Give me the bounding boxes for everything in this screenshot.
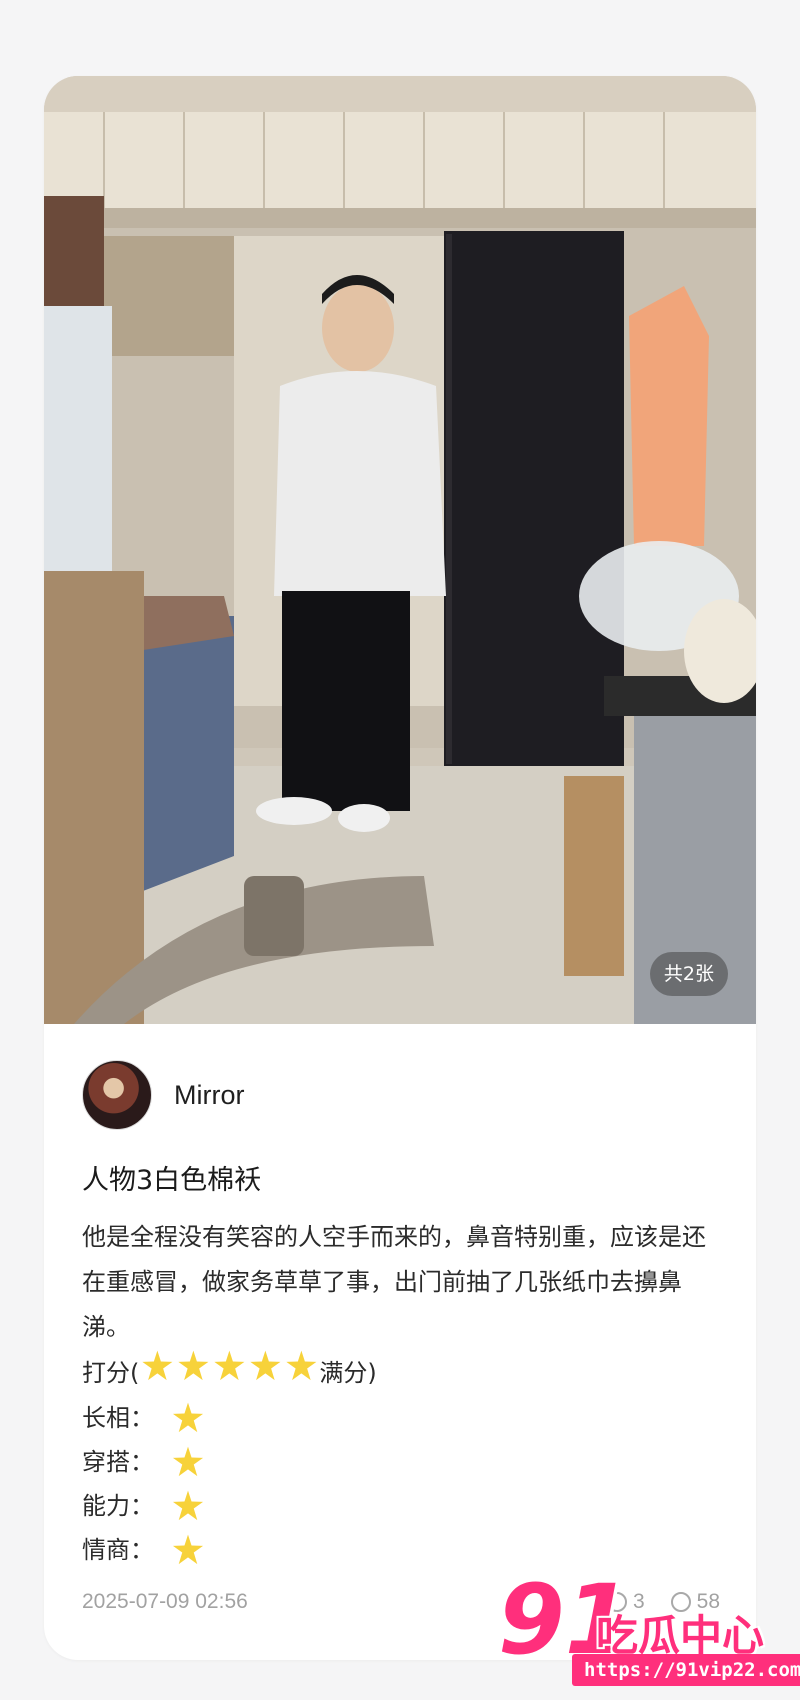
post-content: Mirror 人物3白色棉袄 他是全程没有笑容的人空手而来的，鼻音特别重，应该是…: [82, 1060, 720, 1614]
author-row[interactable]: Mirror: [82, 1060, 720, 1130]
avatar[interactable]: [82, 1060, 152, 1130]
score-suffix: 满分): [319, 1359, 377, 1387]
rating-label: 穿搭：: [82, 1448, 154, 1476]
star-icon: [178, 1350, 209, 1381]
star-icon: [142, 1350, 173, 1381]
rating-outfit: 穿搭：: [82, 1440, 720, 1484]
post-card[interactable]: 共2张 Mirror 人物3白色棉袄 他是全程没有笑容的人空手而来的，鼻音特别重…: [44, 76, 756, 1660]
score-prefix: 打分(: [82, 1359, 140, 1387]
star-icon: [250, 1350, 281, 1381]
star-icon: [172, 1490, 204, 1521]
watermark-url: https://91vip22.com: [572, 1654, 800, 1686]
rating-label: 长相：: [82, 1404, 154, 1432]
post-title: 人物3白色棉袄: [82, 1165, 262, 1196]
post-body: 他是全程没有笑容的人空手而来的，鼻音特别重，应该是还在重感冒，做家务草草了事，出…: [82, 1223, 706, 1341]
photo-illustration: [44, 76, 756, 1024]
star-icon: [172, 1402, 204, 1433]
score-stars: [139, 1350, 319, 1396]
site-watermark: 91 吃瓜中心 https://91vip22.com: [498, 1572, 800, 1690]
score-line: 打分( 满分): [82, 1350, 720, 1396]
image-count-badge[interactable]: 共2张: [649, 952, 728, 996]
rating-label: 能力：: [82, 1492, 154, 1520]
rating-ability: 能力：: [82, 1484, 720, 1528]
post-photo[interactable]: 共2张: [44, 76, 756, 1024]
author-name[interactable]: Mirror: [174, 1080, 244, 1111]
post-date: 2025-07-09 02:56: [82, 1590, 248, 1613]
star-icon: [172, 1534, 204, 1565]
star-icon: [286, 1350, 317, 1381]
rating-looks: 长相：: [82, 1396, 720, 1440]
rating-label: 情商：: [82, 1536, 154, 1564]
star-icon: [214, 1350, 245, 1381]
star-icon: [172, 1446, 204, 1477]
